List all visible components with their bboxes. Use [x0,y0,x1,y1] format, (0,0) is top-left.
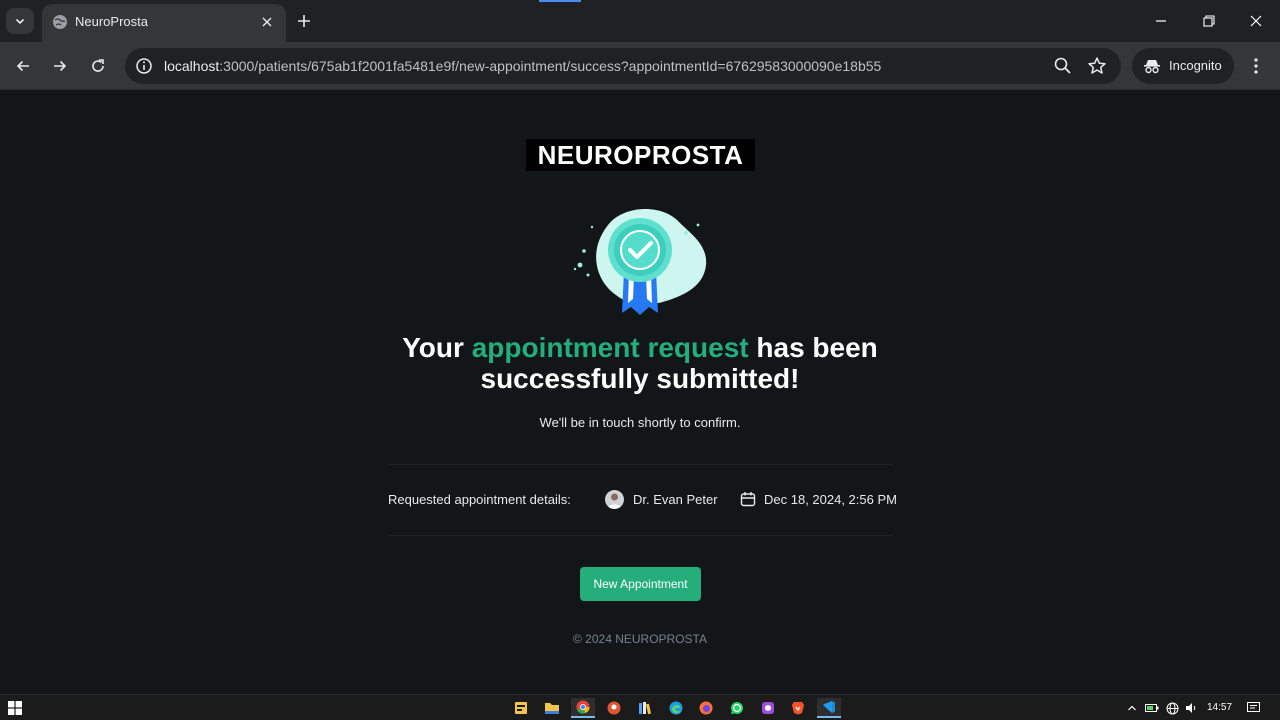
reload-button[interactable] [84,52,112,80]
minimize-icon [1156,20,1166,22]
taskbar-app-duckduckgo[interactable] [602,698,626,718]
window-drag-indicator [539,0,581,2]
edge-icon [669,701,683,715]
speaker-icon [1185,703,1195,713]
globe-icon [1166,702,1178,714]
divider-top [388,464,893,465]
success-headline: Your appointment request has been succes… [340,332,940,394]
logo[interactable]: NEUROPROSTA [526,139,755,171]
arrow-right-icon [54,60,67,72]
headline-accent: appointment request [471,332,749,363]
tray-network[interactable] [1164,700,1180,716]
taskbar-app-vscode[interactable] [817,698,841,718]
globe-icon [53,15,67,29]
taskbar-app-file-explorer[interactable] [540,698,564,718]
headline-part1: Your [402,332,472,363]
doctor-avatar [605,490,624,509]
library-icon [639,702,651,715]
taskbar-app-library[interactable] [633,698,657,718]
divider-bottom [388,535,893,536]
tab-title: NeuroProsta [75,14,148,29]
doctor-avatar-image [608,493,621,509]
whatsapp-icon [731,702,743,715]
tray-battery[interactable] [1144,700,1160,716]
minimize-button[interactable] [1146,8,1176,34]
logo-text: NEUROPROSTA [537,139,744,170]
forward-button[interactable] [46,52,74,80]
incognito-icon [1144,60,1160,74]
widgets-icon [515,702,527,714]
taskbar-clock[interactable]: 14:57 [1207,702,1232,713]
folder-icon [545,703,559,714]
restore-icon [1203,15,1215,27]
windows-start-icon[interactable] [8,701,22,715]
zoom-icon[interactable] [1053,56,1073,76]
taskbar-app-firefox[interactable] [694,698,718,718]
browser-titlebar: NeuroProsta [0,0,1280,42]
firefox-icon [699,701,713,715]
details-label: Requested appointment details: [388,492,571,507]
url-text[interactable]: localhost:3000/patients/675ab1f2001fa548… [164,58,881,74]
page-content: NEUROPROSTA Your appointment request has… [0,91,1280,694]
chrome-icon [576,700,590,714]
duckduckgo-icon [607,701,621,715]
taskbar-app-widgets[interactable] [509,698,533,718]
copyright: © 2024 NEUROPROSTA [573,632,707,646]
taskbar-app-edge[interactable] [664,698,688,718]
chevron-up-icon [1128,705,1136,711]
restore-button[interactable] [1194,8,1224,34]
tray-notifications[interactable] [1245,700,1261,716]
taskbar-app-obs[interactable] [756,698,780,718]
browser-toolbar: localhost:3000/patients/675ab1f2001fa548… [0,42,1280,90]
chevron-down-icon [15,18,25,25]
new-tab-button[interactable] [293,10,315,32]
browser-tab[interactable]: NeuroProsta [42,4,286,42]
back-button[interactable] [9,52,37,80]
arrow-left-icon [16,60,29,72]
address-bar[interactable]: localhost:3000/patients/675ab1f2001fa548… [125,48,1121,84]
tray-overflow-button[interactable] [1124,700,1140,716]
confirmation-subtext: We'll be in touch shortly to confirm. [539,415,741,430]
obs-icon [762,702,774,714]
calendar-icon [740,492,756,507]
url-path: :3000/patients/675ab1f2001fa5481e9f/new-… [219,58,882,74]
close-icon [262,17,272,27]
close-icon [1250,15,1262,27]
battery-icon [1145,704,1159,712]
browser-menu-button[interactable] [1244,54,1268,78]
tray-volume[interactable] [1183,700,1199,716]
success-badge-icon [573,208,707,315]
info-icon[interactable] [135,57,153,75]
close-window-button[interactable] [1241,8,1271,34]
reload-icon [92,59,104,72]
new-appointment-button[interactable]: New Appointment [580,567,701,601]
taskbar-app-whatsapp[interactable] [725,698,749,718]
taskbar-app-brave[interactable] [786,698,810,718]
taskbar-app-chrome[interactable] [571,698,595,718]
tab-search-button[interactable] [6,8,34,34]
notification-icon [1246,702,1260,712]
doctor-name: Dr. Evan Peter [633,492,718,507]
windows-taskbar: 14:57 [0,694,1280,720]
url-host: localhost [164,58,220,74]
more-vert-icon [1254,58,1258,74]
star-icon[interactable] [1087,56,1107,76]
plus-icon [298,15,310,27]
vscode-icon [823,701,835,713]
incognito-button[interactable]: Incognito [1132,48,1234,84]
brave-icon [792,702,804,715]
tab-close-button[interactable] [258,13,276,31]
incognito-label: Incognito [1169,58,1222,73]
appointment-date: Dec 18, 2024, 2:56 PM [764,492,897,507]
